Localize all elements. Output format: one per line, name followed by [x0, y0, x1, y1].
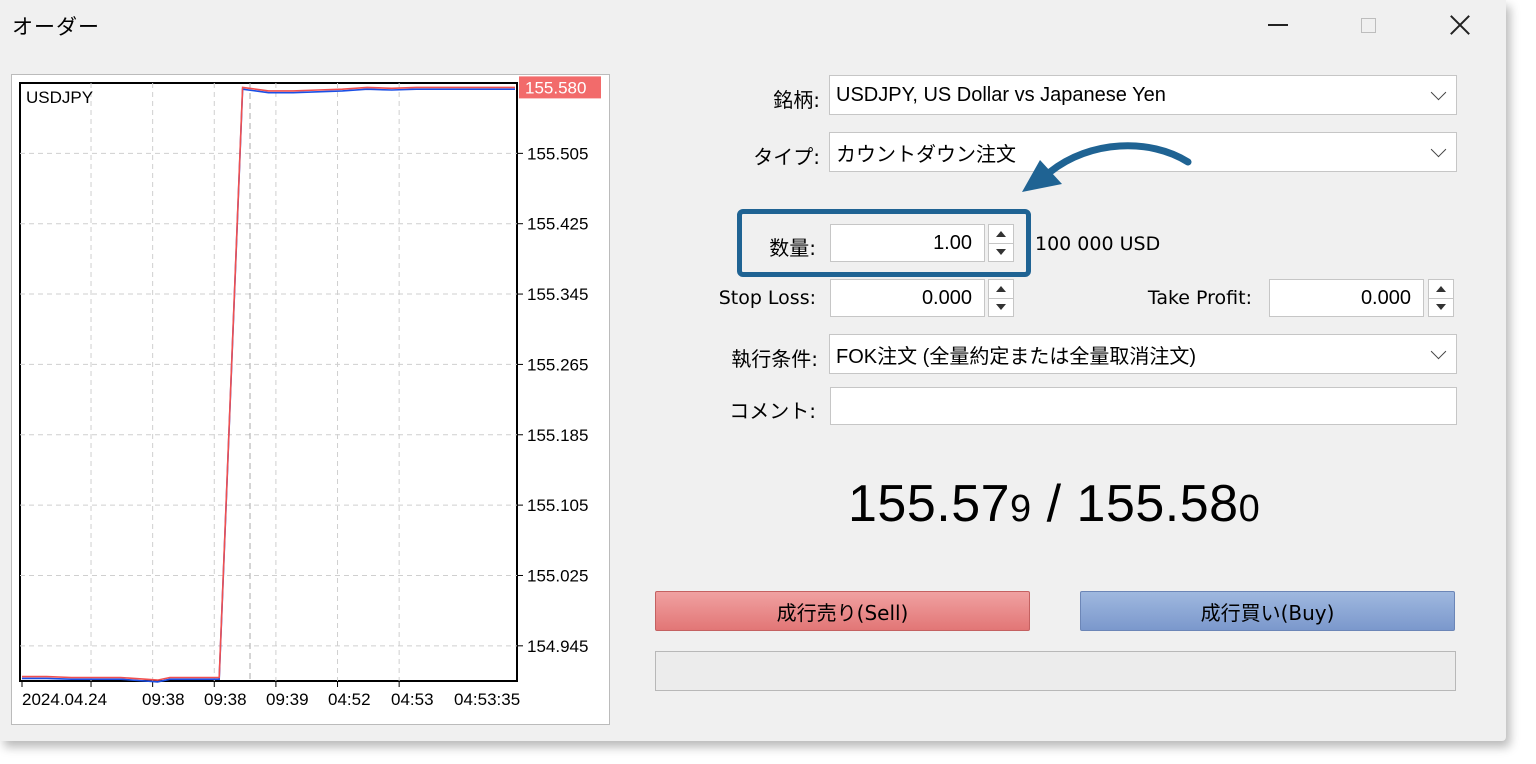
take-profit-increment[interactable] [1429, 280, 1453, 298]
volume-note: 100 000 USD [1035, 233, 1161, 255]
pointer-arrow-icon [1022, 142, 1192, 192]
y-tick-label: 155.265 [527, 355, 588, 374]
maximize-button[interactable] [1338, 0, 1398, 50]
order-window: オーダー 155.505 155.425 155.345 155.265 155.185… [0, 0, 1506, 741]
x-tick-label: 04:53:35 [454, 690, 520, 709]
y-tick-label: 155.425 [527, 215, 588, 234]
x-tick-label: 04:52 [328, 690, 371, 709]
price-separator: / [1031, 475, 1077, 533]
take-profit-decrement[interactable] [1429, 297, 1453, 317]
status-bar [655, 651, 1456, 691]
stop-loss-increment[interactable] [989, 280, 1013, 298]
symbol-select[interactable]: USDJPY, US Dollar vs Japanese Yen [829, 75, 1457, 115]
down-arrow-icon [996, 304, 1006, 311]
y-tick-label: 155.185 [527, 426, 588, 445]
chevron-down-icon [1420, 76, 1456, 114]
comment-input[interactable] [830, 387, 1457, 425]
bid-price-main: 155.57 [848, 475, 1011, 533]
y-tick-label: 155.345 [527, 285, 588, 304]
stop-loss-decrement[interactable] [989, 297, 1013, 317]
y-tick-label: 155.105 [527, 496, 588, 515]
symbol-value: USDJPY, US Dollar vs Japanese Yen [836, 83, 1166, 106]
stop-loss-stepper[interactable] [988, 279, 1014, 317]
take-profit-label: Take Profit: [1147, 287, 1252, 309]
ask-price-main: 155.58 [1076, 475, 1239, 533]
x-tick-label: 09:38 [142, 690, 185, 709]
chevron-down-icon [1420, 335, 1456, 373]
bid-price-last-digit: 9 [1010, 488, 1032, 530]
plot-area [19, 82, 518, 682]
take-profit-stepper[interactable] [1428, 279, 1454, 317]
market-buy-button[interactable]: 成行買い(Buy) [1080, 591, 1455, 631]
ask-price-last-digit: 0 [1238, 488, 1261, 530]
down-arrow-icon [1436, 304, 1446, 311]
close-icon [1449, 14, 1471, 36]
volume-highlight-box [737, 209, 1031, 277]
y-tick-label: 155.025 [527, 566, 588, 585]
x-tick-label: 2024.04.24 [22, 690, 107, 709]
take-profit-input[interactable] [1269, 279, 1424, 317]
x-tick-label: 09:38 [204, 690, 247, 709]
close-button[interactable] [1430, 0, 1490, 50]
bid-ask-display: 155.579 / 155.580 [848, 474, 1260, 534]
up-arrow-icon [996, 285, 1006, 292]
minimize-button[interactable] [1248, 0, 1308, 50]
symbol-label: 銘柄: [773, 88, 820, 112]
fill-policy-label: 執行条件: [731, 347, 818, 371]
fill-policy-select[interactable]: FOK注文 (全量約定または全量取消注文) [829, 334, 1457, 374]
chart-symbol-label: USDJPY [26, 88, 93, 107]
y-tick-label: 155.505 [527, 144, 588, 163]
y-tick-label: 154.945 [527, 637, 588, 656]
fill-policy-value: FOK注文 (全量約定または全量取消注文) [836, 345, 1196, 368]
stop-loss-input[interactable] [830, 279, 985, 317]
type-label: タイプ: [753, 145, 820, 169]
comment-label: コメント: [729, 399, 816, 423]
current-price-tag-label: 155.580 [525, 78, 586, 97]
chevron-down-icon [1420, 133, 1456, 171]
market-sell-button[interactable]: 成行売り(Sell) [655, 591, 1030, 631]
tick-chart: 155.505 155.425 155.345 155.265 155.185 155.1… [11, 74, 610, 725]
stop-loss-label: Stop Loss: [718, 287, 816, 309]
maximize-icon [1360, 17, 1376, 33]
x-tick-label: 04:53 [391, 690, 434, 709]
minimize-icon [1268, 24, 1288, 26]
up-arrow-icon [1436, 285, 1446, 292]
title-bar: オーダー [0, 0, 1506, 52]
chart-canvas: 155.505 155.425 155.345 155.265 155.185 155.1… [19, 76, 601, 709]
x-tick-label: 09:39 [266, 690, 309, 709]
window-title: オーダー [12, 15, 100, 39]
